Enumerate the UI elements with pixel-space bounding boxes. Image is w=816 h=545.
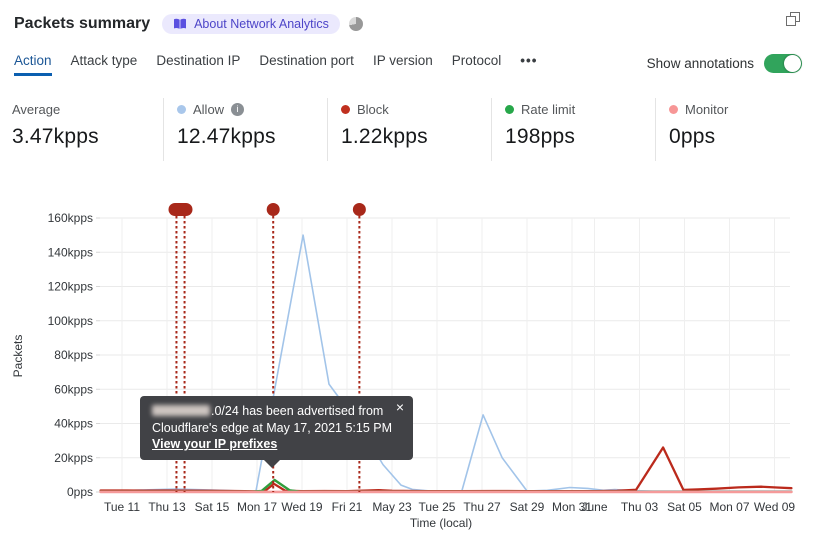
restore-front-square bbox=[786, 16, 796, 26]
view-ip-prefixes-link[interactable]: View your IP prefixes bbox=[152, 437, 277, 451]
packets-summary-panel: Packets summary About Network Analytics … bbox=[0, 0, 816, 545]
redacted-ip-prefix bbox=[152, 405, 210, 416]
y-tick-label: 160kpps bbox=[48, 211, 93, 225]
tab-ip-version[interactable]: IP version bbox=[373, 53, 433, 76]
x-tick-label: June bbox=[581, 500, 607, 514]
packets-time-series-chart: 0pps 20kpps 40kpps 60kpps 80kpps 100kpps 120kp… bbox=[11, 203, 795, 530]
x-tick-label: Mon 07 bbox=[709, 500, 749, 514]
panel-header: Packets summary About Network Analytics bbox=[14, 10, 802, 38]
x-tick-label: Tue 25 bbox=[419, 500, 456, 514]
x-tick-label: Sat 29 bbox=[510, 500, 545, 514]
stat-label-row: Average bbox=[12, 100, 163, 118]
usage-pie-icon[interactable] bbox=[348, 17, 363, 31]
toggle-knob bbox=[784, 55, 801, 72]
stat-label-row: Block bbox=[341, 100, 491, 118]
stat-label: Allow bbox=[193, 101, 225, 117]
stat-block: Block 1.22kpps bbox=[327, 98, 491, 161]
y-axis-title: Packets bbox=[11, 335, 25, 378]
stat-allow: Allow i 12.47kpps bbox=[163, 98, 327, 161]
stat-label: Average bbox=[12, 101, 61, 117]
tooltip-caret bbox=[263, 458, 281, 468]
tab-destination-ip[interactable]: Destination IP bbox=[156, 53, 240, 76]
tab-attack-type[interactable]: Attack type bbox=[71, 53, 138, 76]
x-tick-label: Sat 15 bbox=[195, 500, 230, 514]
stat-label: Rate limit bbox=[521, 101, 576, 117]
y-tick-label: 80kpps bbox=[54, 348, 93, 362]
stat-rate-limit: Rate limit 198pps bbox=[491, 98, 655, 161]
x-tick-label: Wed 09 bbox=[754, 500, 795, 514]
stat-monitor: Monitor 0pps bbox=[655, 98, 816, 161]
y-tick-label: 0pps bbox=[67, 485, 93, 499]
stat-value: 1.22kpps bbox=[341, 125, 428, 148]
info-icon[interactable]: i bbox=[231, 102, 245, 116]
badge-label: About Network Analytics bbox=[194, 17, 329, 31]
show-annotations-toggle[interactable] bbox=[764, 54, 802, 73]
block-legend-dot bbox=[341, 104, 350, 114]
stat-value: 0pps bbox=[669, 125, 716, 148]
annotation-marker-dot[interactable] bbox=[266, 203, 280, 216]
y-tick-label: 140kpps bbox=[48, 245, 93, 259]
x-tick-label: Mon 17 bbox=[237, 500, 277, 514]
tab-bar: Action Attack type Destination IP Destinati… bbox=[14, 53, 802, 76]
stat-value: 3.47kpps bbox=[12, 125, 99, 148]
restore-window-icon[interactable] bbox=[786, 12, 800, 26]
more-tabs-button[interactable]: ••• bbox=[520, 53, 537, 76]
show-annotations-control: Show annotations bbox=[647, 53, 802, 73]
book-icon bbox=[173, 18, 187, 30]
stat-value: 12.47kpps bbox=[177, 125, 276, 148]
y-tick-label: 40kpps bbox=[54, 417, 93, 431]
x-tick-label: May 23 bbox=[372, 500, 412, 514]
allow-legend-dot bbox=[177, 104, 186, 114]
tab-protocol[interactable]: Protocol bbox=[452, 53, 502, 76]
tab-destination-port[interactable]: Destination port bbox=[259, 53, 354, 76]
x-tick-label: Sat 05 bbox=[667, 500, 702, 514]
rate-limit-legend-dot bbox=[505, 104, 514, 114]
x-tick-label: Tue 11 bbox=[104, 500, 140, 514]
x-tick-label: Thu 13 bbox=[148, 500, 186, 514]
about-network-analytics-badge[interactable]: About Network Analytics bbox=[162, 14, 340, 34]
monitor-legend-dot bbox=[669, 104, 678, 114]
close-icon[interactable]: × bbox=[396, 399, 404, 416]
x-tick-label: Thu 03 bbox=[621, 500, 659, 514]
y-tick-label: 60kpps bbox=[54, 382, 93, 396]
stat-label: Monitor bbox=[685, 101, 729, 117]
x-axis-title: Time (local) bbox=[410, 516, 472, 530]
stat-label: Block bbox=[357, 101, 389, 117]
x-tick-label: Mon 31 bbox=[552, 500, 592, 514]
x-tick-label: Fri 21 bbox=[332, 500, 363, 514]
tooltip-line2: Cloudflare's edge at May 17, 2021 5:15 P… bbox=[152, 420, 393, 435]
stat-label-row: Allow i bbox=[177, 100, 327, 118]
tab-list: Action Attack type Destination IP Destinati… bbox=[14, 53, 537, 76]
show-annotations-label: Show annotations bbox=[646, 56, 754, 71]
stat-label-row: Rate limit bbox=[505, 100, 655, 118]
tab-action[interactable]: Action bbox=[14, 53, 52, 76]
x-tick-label: Wed 19 bbox=[281, 500, 322, 514]
y-tick-label: 20kpps bbox=[54, 451, 93, 465]
x-tick-label: Thu 27 bbox=[463, 500, 501, 514]
stat-label-row: Monitor bbox=[669, 100, 816, 118]
page-title: Packets summary bbox=[14, 15, 151, 32]
tooltip-line1: .0/24 has been advertised from bbox=[211, 404, 384, 418]
stat-average: Average 3.47kpps bbox=[12, 98, 163, 161]
series-line-rate-limit bbox=[99, 478, 793, 493]
y-tick-label: 100kpps bbox=[48, 314, 93, 328]
annotation-tooltip: × .0/24 has been advertised from Cloudfl… bbox=[140, 396, 413, 468]
annotation-marker-dot[interactable] bbox=[352, 203, 366, 216]
stats-row: Average 3.47kpps Allow i 12.47kpps Block 1.22k… bbox=[12, 98, 816, 161]
stat-value: 198pps bbox=[505, 125, 576, 148]
annotation-marker-pill[interactable] bbox=[168, 203, 193, 216]
y-tick-label: 120kpps bbox=[48, 280, 93, 294]
